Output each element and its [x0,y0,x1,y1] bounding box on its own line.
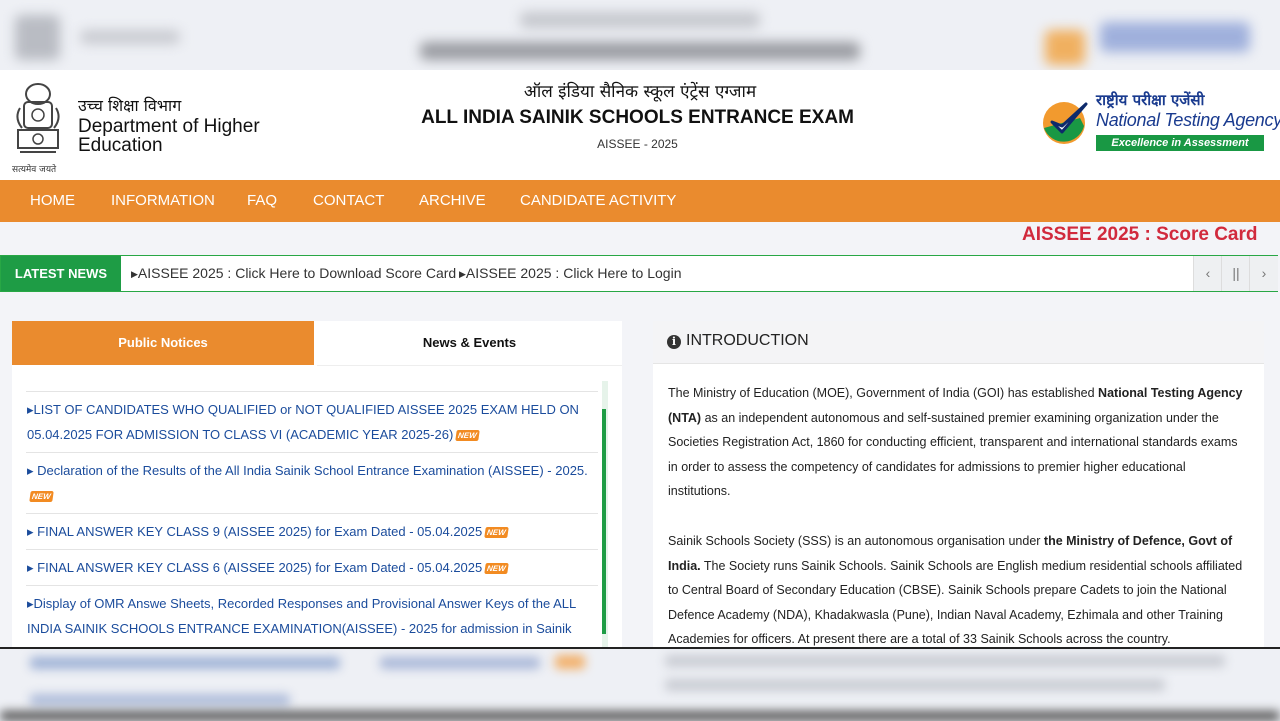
notice-item[interactable]: ▸ FINAL ANSWER KEY CLASS 6 (AISSEE 2025)… [26,549,598,585]
notice-text: LIST OF CANDIDATES WHO QUALIFIED or NOT … [27,402,579,442]
emblem-caption: सत्यमेव जयते [12,165,57,175]
new-badge-icon: NEW [484,527,509,539]
notice-item[interactable]: ▸LIST OF CANDIDATES WHO QUALIFIED or NOT… [26,391,598,452]
new-badge-icon: NEW [484,563,509,575]
nav-information[interactable]: INFORMATION [111,180,215,222]
introduction-body: The Ministry of Education (MOE), Governm… [668,381,1248,677]
nav-home[interactable]: HOME [30,180,75,222]
ticker-prev-button[interactable]: ‹ [1193,256,1222,291]
scrolling-announcement[interactable]: AISSEE 2025 : Score Card [1022,224,1280,246]
ticker-pause-button[interactable]: || [1221,256,1250,291]
notice-text: Declaration of the Results of the All In… [33,463,588,478]
notice-item[interactable]: ▸ Declaration of the Results of the All … [26,452,598,513]
tab-public-notices[interactable]: Public Notices [12,321,314,365]
introduction-title: INTRODUCTION [686,332,809,349]
nta-logo[interactable]: राष्ट्रीय परीक्षा एजेंसी National Testin… [1040,90,1280,160]
nav-contact[interactable]: CONTACT [313,180,384,222]
notice-text: FINAL ANSWER KEY CLASS 9 (AISSEE 2025) f… [33,524,483,539]
intro-paragraph-sss: Sainik Schools Society (SSS) is an auton… [668,533,1243,647]
tab-news-events[interactable]: News & Events [317,321,622,366]
latest-news-ticker: LATEST NEWS ▶AISSEE 2025 : Click Here to… [0,255,1278,292]
introduction-panel: i INTRODUCTION The Ministry of Education… [653,321,1264,651]
site-header: सत्यमेव जयते उच्च शिक्षा विभाग Departmen… [0,70,1280,180]
info-icon: i [667,335,681,349]
caret-right-icon: ▶ [459,269,466,279]
notice-scrollbar[interactable] [602,381,608,649]
intro-paragraph-nta: The Ministry of Education (MOE), Governm… [668,386,1243,499]
nta-checkmark-icon [1043,102,1088,144]
caret-right-icon: ▶ [131,269,138,279]
introduction-header: i INTRODUCTION [653,321,1264,364]
main-navigation: HOME INFORMATION FAQ CONTACT ARCHIVE CAN… [0,180,1280,222]
notices-panel: Public Notices News & Events ▸LIST OF CA… [12,321,622,697]
nta-tagline: Excellence in Assessment [1096,135,1264,151]
scrollbar-thumb[interactable] [602,409,606,634]
blurred-top-banner [0,0,1280,70]
nav-archive[interactable]: ARCHIVE [419,180,486,222]
new-badge-icon: NEW [455,430,480,442]
notice-text: FINAL ANSWER KEY CLASS 6 (AISSEE 2025) f… [33,560,483,575]
nav-candidate-activity[interactable]: CANDIDATE ACTIVITY [520,180,676,222]
nta-name-english: National Testing Agency [1096,110,1280,130]
nav-faq[interactable]: FAQ [247,180,277,222]
blurred-bottom-banner [0,647,1280,721]
latest-news-item[interactable]: ▶AISSEE 2025 : Click Here to Login [459,256,681,292]
latest-news-label: LATEST NEWS [1,256,121,291]
latest-news-item[interactable]: ▶AISSEE 2025 : Click Here to Download Sc… [131,256,456,292]
new-badge-icon: NEW [29,491,54,503]
ticker-next-button[interactable]: › [1249,256,1278,291]
notice-item[interactable]: ▸ FINAL ANSWER KEY CLASS 9 (AISSEE 2025)… [26,513,598,549]
nta-name-hindi: राष्ट्रीय परीक्षा एजेंसी [1096,91,1205,109]
